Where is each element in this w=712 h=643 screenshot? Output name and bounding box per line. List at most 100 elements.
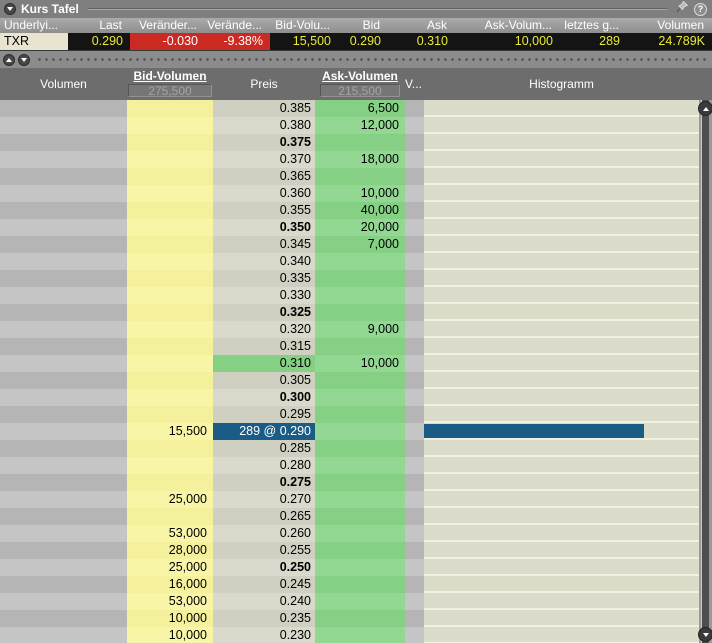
ask-volume-cell[interactable] [315, 372, 405, 389]
ask-volume-cell[interactable]: 18,000 [315, 151, 405, 168]
price-cell[interactable]: 0.370 [213, 151, 315, 168]
bid-volume-cell[interactable] [127, 508, 213, 525]
bid-volume-cell[interactable] [127, 321, 213, 338]
price-cell[interactable]: 0.385 [213, 100, 315, 117]
price-cell[interactable]: 0.295 [213, 406, 315, 423]
help-icon[interactable]: ? [694, 3, 707, 16]
ask-volume-cell[interactable] [315, 576, 405, 593]
ask-volume-cell[interactable] [315, 287, 405, 304]
ladder-ask-volume-column-header[interactable]: Ask-Volumen 215,500 [315, 68, 405, 100]
underlying-column-header[interactable]: Underlyi... [0, 18, 68, 33]
ask-volume-column-header[interactable]: Ask-Volum... [455, 18, 560, 33]
splitter-up-button[interactable] [3, 54, 15, 66]
ask-volume-cell[interactable] [315, 406, 405, 423]
ask-volume-cell[interactable]: 10,000 [315, 355, 405, 372]
bid-volume-cell[interactable] [127, 151, 213, 168]
bid-volume-cell[interactable]: 10,000 [127, 627, 213, 643]
price-cell[interactable]: 0.375 [213, 134, 315, 151]
last-size-column-header[interactable]: letztes g... [560, 18, 627, 33]
collapse-panel-button[interactable] [4, 3, 16, 15]
ask-volume-cell[interactable] [315, 423, 405, 440]
price-cell[interactable]: 0.270 [213, 491, 315, 508]
price-cell[interactable]: 0.300 [213, 389, 315, 406]
ask-volume-cell[interactable]: 20,000 [315, 219, 405, 236]
bid-volume-cell[interactable]: 16,000 [127, 576, 213, 593]
bid-volume-cell[interactable] [127, 355, 213, 372]
bid-volume-cell[interactable]: 25,000 [127, 559, 213, 576]
ask-volume-cell[interactable]: 9,000 [315, 321, 405, 338]
ask-volume-cell[interactable]: 12,000 [315, 117, 405, 134]
ask-volume-cell[interactable] [315, 440, 405, 457]
price-cell[interactable]: 0.380 [213, 117, 315, 134]
scroll-down-button[interactable] [698, 627, 712, 642]
price-cell[interactable]: 0.315 [213, 338, 315, 355]
ask-volume-cell[interactable] [315, 593, 405, 610]
bid-column-header[interactable]: Bid [338, 18, 388, 33]
price-cell[interactable]: 0.335 [213, 270, 315, 287]
bid-volume-cell[interactable] [127, 304, 213, 321]
ask-volume-cell[interactable] [315, 134, 405, 151]
price-cell[interactable]: 0.280 [213, 457, 315, 474]
splitter-down-button[interactable] [18, 54, 30, 66]
bid-volume-cell[interactable] [127, 457, 213, 474]
ask-volume-cell[interactable] [315, 542, 405, 559]
ask-volume-cell[interactable] [315, 610, 405, 627]
bid-volume-cell[interactable] [127, 338, 213, 355]
ask-volume-cell[interactable] [315, 389, 405, 406]
price-cell[interactable]: 0.285 [213, 440, 315, 457]
bid-volume-cell[interactable] [127, 117, 213, 134]
price-cell[interactable]: 0.235 [213, 610, 315, 627]
price-cell[interactable]: 0.325 [213, 304, 315, 321]
scrollbar-track[interactable] [701, 100, 709, 643]
ask-column-header[interactable]: Ask [388, 18, 455, 33]
price-cell[interactable]: 0.255 [213, 542, 315, 559]
ask-volume-cell[interactable]: 40,000 [315, 202, 405, 219]
bid-volume-cell[interactable] [127, 219, 213, 236]
pin-icon[interactable] [676, 0, 689, 18]
ask-volume-cell[interactable] [315, 559, 405, 576]
bid-volume-cell[interactable]: 10,000 [127, 610, 213, 627]
price-cell[interactable]: 0.365 [213, 168, 315, 185]
quote-row[interactable]: TXR 0.290 -0.030 -9.38% 15,500 0.290 0.3… [0, 33, 712, 50]
bid-volume-cell[interactable] [127, 236, 213, 253]
ask-volume-cell[interactable] [315, 338, 405, 355]
price-cell[interactable]: 0.350 [213, 219, 315, 236]
bid-volume-cell[interactable] [127, 134, 213, 151]
ask-volume-cell[interactable] [315, 525, 405, 542]
bid-volume-cell[interactable] [127, 270, 213, 287]
bid-volume-cell[interactable]: 53,000 [127, 525, 213, 542]
ladder-bid-volume-column-header[interactable]: Bid-Volumen 275,500 [127, 68, 213, 100]
bid-volume-cell[interactable] [127, 100, 213, 117]
price-cell[interactable]: 0.245 [213, 576, 315, 593]
bid-volume-cell[interactable]: 28,000 [127, 542, 213, 559]
bid-volume-cell[interactable] [127, 440, 213, 457]
ask-volume-cell[interactable] [315, 270, 405, 287]
price-cell[interactable]: 0.345 [213, 236, 315, 253]
bid-volume-cell[interactable] [127, 253, 213, 270]
bid-volume-cell[interactable] [127, 185, 213, 202]
change-pct-column-header[interactable]: Verände... [205, 18, 270, 33]
price-cell[interactable]: 0.330 [213, 287, 315, 304]
bid-volume-cell[interactable]: 53,000 [127, 593, 213, 610]
bid-volume-cell[interactable] [127, 168, 213, 185]
last-column-header[interactable]: Last [68, 18, 130, 33]
ask-volume-cell[interactable] [315, 491, 405, 508]
price-cell[interactable]: 0.230 [213, 627, 315, 643]
ask-volume-cell[interactable] [315, 474, 405, 491]
ask-volume-cell[interactable]: 7,000 [315, 236, 405, 253]
ask-volume-cell[interactable] [315, 168, 405, 185]
ask-volume-cell[interactable] [315, 457, 405, 474]
price-cell[interactable]: 0.260 [213, 525, 315, 542]
price-cell[interactable]: 0.275 [213, 474, 315, 491]
bid-volume-cell[interactable]: 25,000 [127, 491, 213, 508]
splitter-bar[interactable] [0, 50, 712, 68]
price-cell[interactable]: 289 @ 0.290 [213, 423, 315, 440]
bid-volume-cell[interactable] [127, 287, 213, 304]
price-cell[interactable]: 0.265 [213, 508, 315, 525]
ask-volume-cell[interactable]: 6,500 [315, 100, 405, 117]
vertical-scrollbar[interactable] [699, 100, 712, 643]
ask-volume-cell[interactable] [315, 304, 405, 321]
bid-volume-column-header[interactable]: Bid-Volu... [270, 18, 338, 33]
bid-volume-cell[interactable] [127, 406, 213, 423]
bid-volume-cell[interactable] [127, 389, 213, 406]
